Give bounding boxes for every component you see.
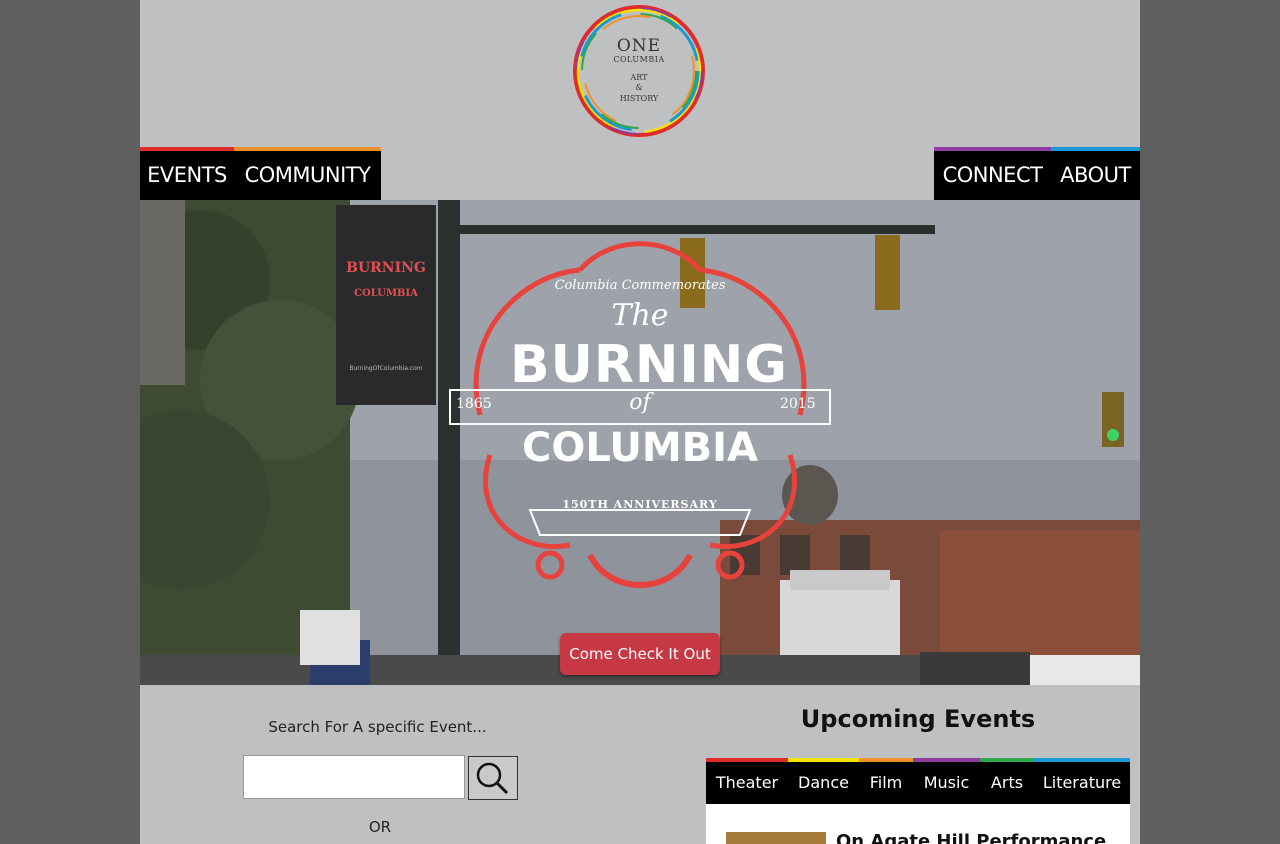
tab-label: Theater: [715, 773, 779, 792]
tab-label: Arts: [990, 773, 1024, 792]
tab-arts[interactable]: Arts: [980, 758, 1034, 804]
come-check-it-out-button[interactable]: Come Check It Out: [560, 633, 720, 675]
logo-one-text: ONE: [616, 36, 662, 56]
primary-nav-right: CONNECT ABOUT: [934, 147, 1140, 200]
category-color-bar: [706, 758, 788, 762]
tab-theater[interactable]: Theater: [706, 758, 788, 804]
nav-item-label: CONNECT: [942, 163, 1043, 187]
pole-banner-sub: COLUMBIA: [354, 288, 418, 299]
tab-music[interactable]: Music: [913, 758, 980, 804]
nav-color-bar: [1051, 147, 1140, 151]
primary-nav-left: EVENTS COMMUNITY: [140, 147, 381, 200]
tab-literature[interactable]: Literature: [1034, 758, 1130, 804]
logo-columbia-text: COLUMBIA: [613, 55, 665, 64]
nav-item-community[interactable]: COMMUNITY: [234, 147, 381, 200]
category-color-bar: [788, 758, 859, 762]
tab-label: Music: [923, 773, 970, 792]
nav-color-bar: [234, 147, 381, 151]
logo-amp-text: &: [635, 83, 643, 92]
tab-dance[interactable]: Dance: [788, 758, 859, 804]
emblem-burning-text: BURNING: [510, 335, 788, 395]
pole-banner-title: BURNING: [346, 260, 426, 276]
nav-item-about[interactable]: ABOUT: [1051, 147, 1140, 200]
search-button[interactable]: [468, 756, 518, 800]
category-tabs: Theater Dance Film Music Arts Literature: [706, 758, 1130, 804]
emblem-the-text: The: [611, 298, 669, 333]
or-label: OR: [368, 818, 392, 836]
nav-item-label: EVENTS: [147, 163, 227, 187]
emblem-year-left: 1865: [456, 396, 492, 412]
hero-banner: BURNING COLUMBIA BurningOfColumbia.com C…: [140, 200, 1140, 685]
nav-color-bar: [140, 147, 234, 151]
search-icon: [476, 762, 509, 795]
site-logo[interactable]: ONE COLUMBIA ART & HISTORY: [570, 2, 708, 140]
events-list: On Agate Hill Performance: [706, 804, 1130, 844]
emblem-of-text: of: [629, 390, 651, 415]
logo-history-text: HISTORY: [619, 94, 659, 103]
nav-item-label: COMMUNITY: [244, 163, 371, 187]
tab-label: Dance: [798, 773, 849, 792]
emblem-arc-text: Columbia Commemorates: [554, 278, 726, 293]
nav-item-label: ABOUT: [1060, 163, 1131, 187]
nav-item-events[interactable]: EVENTS: [140, 147, 234, 200]
event-search-input[interactable]: [243, 755, 465, 799]
category-color-bar: [1034, 758, 1130, 762]
emblem-columbia-text: COLUMBIA: [521, 425, 759, 471]
page-container: ONE COLUMBIA ART & HISTORY EVENTS COMMUN…: [140, 0, 1140, 844]
category-color-bar: [980, 758, 1034, 762]
tab-label: Film: [869, 773, 903, 792]
tab-label: Literature: [1042, 773, 1122, 792]
event-title-link[interactable]: On Agate Hill Performance: [836, 831, 1126, 844]
category-color-bar: [859, 758, 913, 762]
category-color-bar: [913, 758, 980, 762]
emblem-year-right: 2015: [780, 396, 816, 412]
search-label: Search For A specific Event...: [268, 718, 487, 736]
pole-banner-url: BurningOfColumbia.com: [349, 365, 423, 372]
event-thumbnail[interactable]: [726, 832, 826, 844]
tab-film[interactable]: Film: [859, 758, 913, 804]
upcoming-events-title: Upcoming Events: [800, 705, 1036, 733]
emblem-anniversary-text: 150TH ANNIVERSARY: [562, 498, 718, 511]
nav-item-connect[interactable]: CONNECT: [934, 147, 1051, 200]
logo-text: ONE COLUMBIA ART & HISTORY: [570, 2, 708, 140]
burning-of-columbia-emblem: [449, 241, 831, 588]
logo-art-text: ART: [630, 73, 648, 82]
nav-color-bar: [934, 147, 1051, 151]
